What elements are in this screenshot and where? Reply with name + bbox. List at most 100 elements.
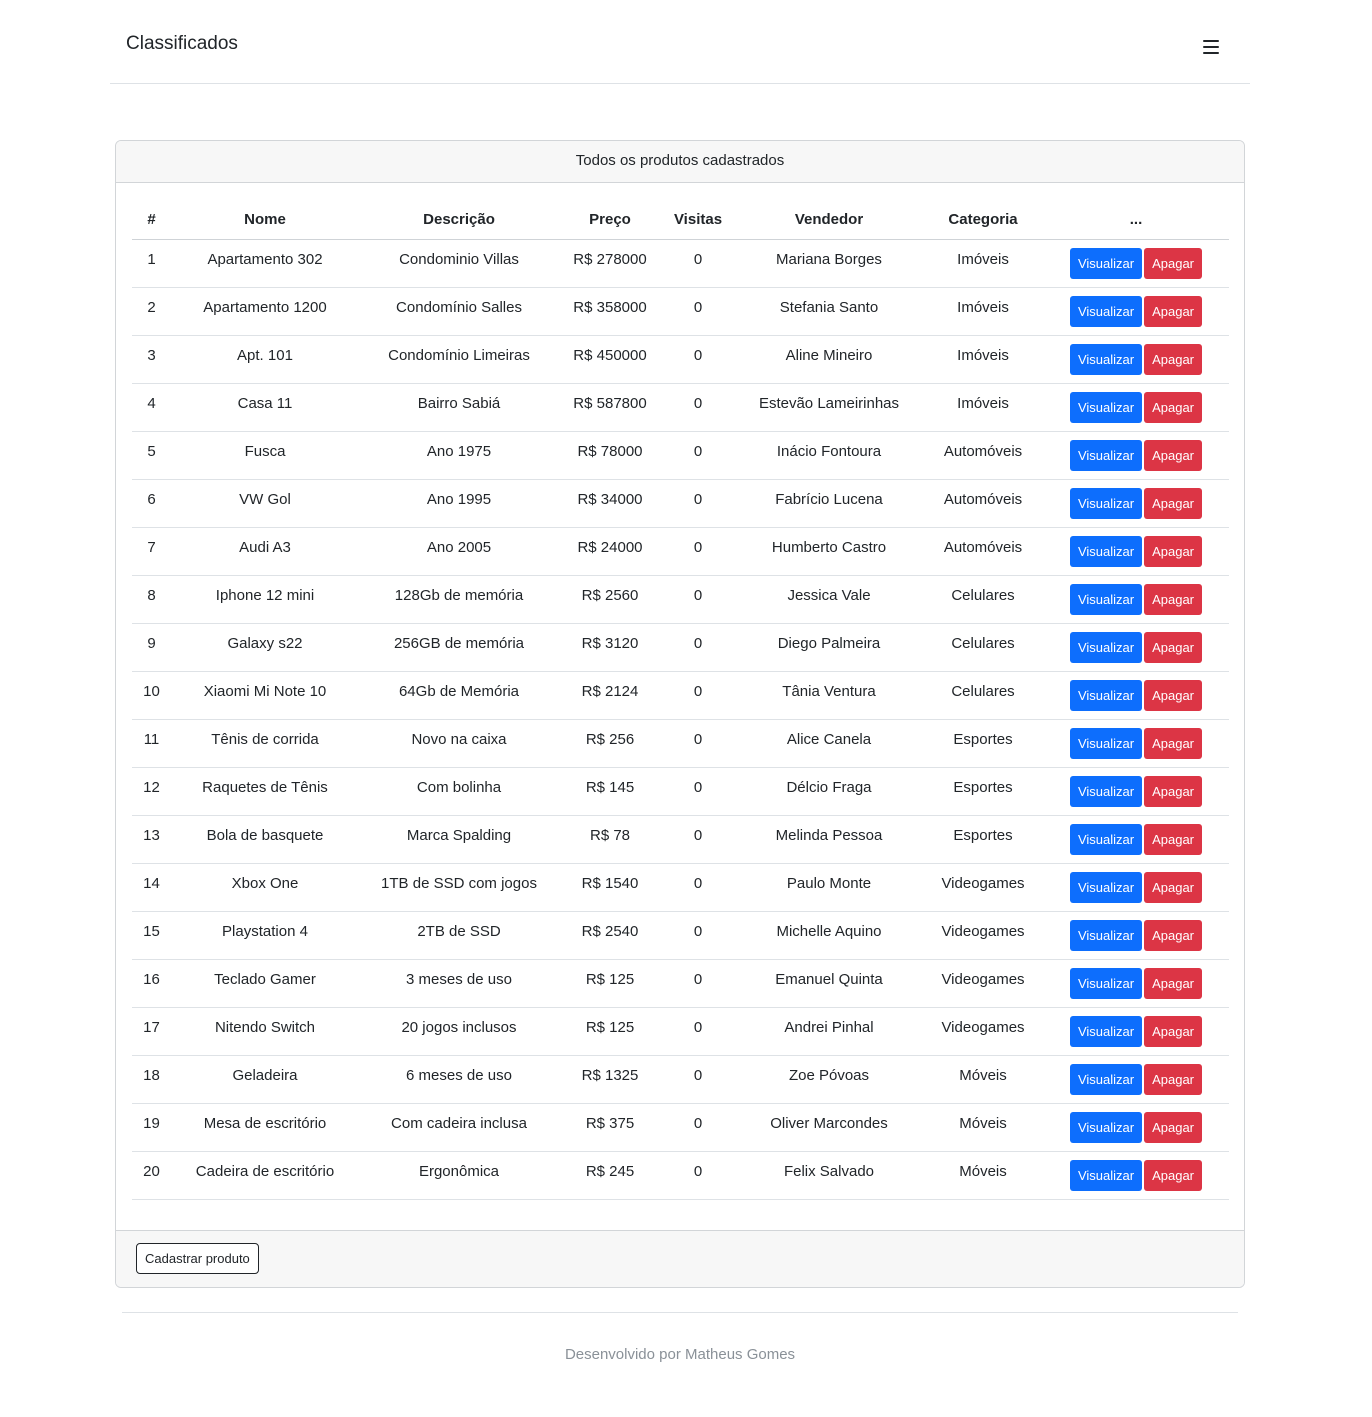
row-visitas: 0 — [661, 1007, 735, 1056]
row-descricao: Condomínio Limeiras — [359, 335, 559, 384]
row-nome: Cadeira de escritório — [171, 1151, 359, 1200]
view-button[interactable]: Visualizar — [1069, 775, 1143, 807]
add-product-button[interactable]: Cadastrar produto — [136, 1243, 259, 1274]
view-button[interactable]: Visualizar — [1069, 439, 1143, 471]
row-id: 9 — [132, 623, 171, 672]
row-categoria: Videogames — [923, 1007, 1043, 1056]
row-nome: Audi A3 — [171, 527, 359, 576]
row-visitas: 0 — [661, 335, 735, 384]
row-visitas: 0 — [661, 383, 735, 432]
row-vendedor: Oliver Marcondes — [735, 1103, 923, 1152]
view-button[interactable]: Visualizar — [1069, 871, 1143, 903]
row-actions: Visualizar Apagar — [1043, 1103, 1229, 1152]
delete-button[interactable]: Apagar — [1144, 583, 1203, 615]
row-categoria: Automóveis — [923, 479, 1043, 528]
delete-button[interactable]: Apagar — [1144, 1159, 1203, 1191]
row-descricao: 6 meses de uso — [359, 1055, 559, 1104]
row-preco: R$ 2124 — [559, 671, 661, 720]
view-button[interactable]: Visualizar — [1069, 535, 1143, 567]
view-button[interactable]: Visualizar — [1069, 631, 1143, 663]
row-preco: R$ 34000 — [559, 479, 661, 528]
delete-button[interactable]: Apagar — [1144, 391, 1203, 423]
row-id: 11 — [132, 719, 171, 768]
row-descricao: Ergonômica — [359, 1151, 559, 1200]
row-vendedor: Fabrício Lucena — [735, 479, 923, 528]
delete-button[interactable]: Apagar — [1144, 247, 1203, 279]
view-button[interactable]: Visualizar — [1069, 679, 1143, 711]
row-id: 16 — [132, 959, 171, 1008]
delete-button[interactable]: Apagar — [1144, 1015, 1203, 1047]
row-nome: Teclado Gamer — [171, 959, 359, 1008]
delete-button[interactable]: Apagar — [1144, 967, 1203, 999]
brand-title[interactable]: Classificados — [126, 33, 238, 55]
row-actions: Visualizar Apagar — [1043, 815, 1229, 864]
row-id: 4 — [132, 383, 171, 432]
delete-button[interactable]: Apagar — [1144, 535, 1203, 567]
header-actions: ... — [1043, 201, 1229, 240]
view-button[interactable]: Visualizar — [1069, 487, 1143, 519]
row-actions: Visualizar Apagar — [1043, 911, 1229, 960]
row-actions: Visualizar Apagar — [1043, 335, 1229, 384]
header-vendedor: Vendedor — [735, 201, 923, 240]
view-button[interactable]: Visualizar — [1069, 919, 1143, 951]
footer-divider — [122, 1312, 1238, 1313]
row-vendedor: Mariana Borges — [735, 239, 923, 288]
delete-button[interactable]: Apagar — [1144, 775, 1203, 807]
row-descricao: Com bolinha — [359, 767, 559, 816]
row-categoria: Móveis — [923, 1055, 1043, 1104]
row-vendedor: Felix Salvado — [735, 1151, 923, 1200]
row-preco: R$ 24000 — [559, 527, 661, 576]
view-button[interactable]: Visualizar — [1069, 343, 1143, 375]
delete-button[interactable]: Apagar — [1144, 919, 1203, 951]
view-button[interactable]: Visualizar — [1069, 1063, 1143, 1095]
view-button[interactable]: Visualizar — [1069, 823, 1143, 855]
row-nome: Geladeira — [171, 1055, 359, 1104]
view-button[interactable]: Visualizar — [1069, 391, 1143, 423]
row-preco: R$ 2560 — [559, 575, 661, 624]
view-button[interactable]: Visualizar — [1069, 1111, 1143, 1143]
delete-button[interactable]: Apagar — [1144, 727, 1203, 759]
row-id: 6 — [132, 479, 171, 528]
delete-button[interactable]: Apagar — [1144, 871, 1203, 903]
row-visitas: 0 — [661, 911, 735, 960]
row-id: 15 — [132, 911, 171, 960]
row-preco: R$ 245 — [559, 1151, 661, 1200]
row-actions: Visualizar Apagar — [1043, 671, 1229, 720]
delete-button[interactable]: Apagar — [1144, 1063, 1203, 1095]
products-table: # Nome Descrição Preço Visitas Vendedor Catego… — [132, 201, 1229, 1200]
view-button[interactable]: Visualizar — [1069, 583, 1143, 615]
row-descricao: Ano 1975 — [359, 431, 559, 480]
row-categoria: Esportes — [923, 719, 1043, 768]
delete-button[interactable]: Apagar — [1144, 487, 1203, 519]
row-nome: Iphone 12 mini — [171, 575, 359, 624]
row-categoria: Imóveis — [923, 335, 1043, 384]
delete-button[interactable]: Apagar — [1144, 295, 1203, 327]
view-button[interactable]: Visualizar — [1069, 1159, 1143, 1191]
row-id: 13 — [132, 815, 171, 864]
delete-button[interactable]: Apagar — [1144, 1111, 1203, 1143]
table-row: 17 Nitendo Switch 20 jogos inclusos R$ 125 0… — [132, 1007, 1229, 1056]
row-actions: Visualizar Apagar — [1043, 479, 1229, 528]
delete-button[interactable]: Apagar — [1144, 439, 1203, 471]
row-categoria: Videogames — [923, 911, 1043, 960]
view-button[interactable]: Visualizar — [1069, 727, 1143, 759]
view-button[interactable]: Visualizar — [1069, 1015, 1143, 1047]
view-button[interactable]: Visualizar — [1069, 967, 1143, 999]
row-actions: Visualizar Apagar — [1043, 767, 1229, 816]
row-vendedor: Melinda Pessoa — [735, 815, 923, 864]
delete-button[interactable]: Apagar — [1144, 823, 1203, 855]
view-button[interactable]: Visualizar — [1069, 295, 1143, 327]
hamburger-menu-icon[interactable] — [1198, 34, 1224, 60]
delete-button[interactable]: Apagar — [1144, 679, 1203, 711]
row-preco: R$ 145 — [559, 767, 661, 816]
view-button[interactable]: Visualizar — [1069, 247, 1143, 279]
card-header: Todos os produtos cadastrados — [116, 141, 1244, 183]
row-id: 18 — [132, 1055, 171, 1104]
row-id: 2 — [132, 287, 171, 336]
delete-button[interactable]: Apagar — [1144, 343, 1203, 375]
row-categoria: Móveis — [923, 1151, 1043, 1200]
table-row: 20 Cadeira de escritório Ergonômica R$ 245 0… — [132, 1151, 1229, 1200]
header-categoria: Categoria — [923, 201, 1043, 240]
row-actions: Visualizar Apagar — [1043, 1055, 1229, 1104]
delete-button[interactable]: Apagar — [1144, 631, 1203, 663]
